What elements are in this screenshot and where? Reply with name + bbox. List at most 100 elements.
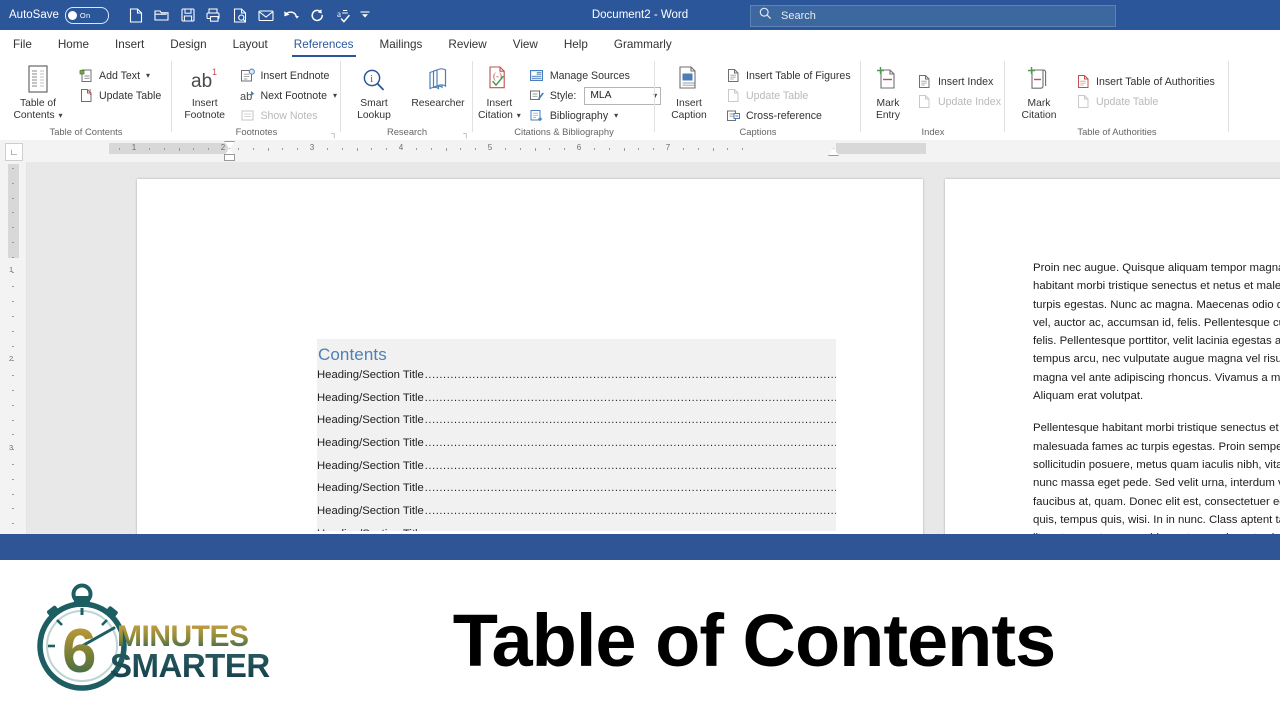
- ruler-tick: [727, 148, 729, 150]
- cross-reference-button[interactable]: Cross-reference: [721, 106, 855, 125]
- vruler-tick: [12, 256, 14, 258]
- insert-caption-button[interactable]: Insert Caption: [661, 63, 717, 122]
- insert-citation-button[interactable]: (-) Insert Citation ▾: [478, 63, 521, 122]
- document-body-text[interactable]: Proin nec augue. Quisque aliquam tempor …: [1033, 259, 1280, 534]
- smart-lookup-button[interactable]: i Smart Lookup: [343, 63, 405, 122]
- update-table-icon: [725, 88, 741, 104]
- tab-mailings[interactable]: Mailings: [367, 38, 436, 57]
- vruler-tick: [12, 316, 14, 317]
- tab-view[interactable]: View: [500, 38, 551, 57]
- ruler-tick: [608, 148, 610, 150]
- citation-style-control[interactable]: Style: MLA ▾: [525, 86, 666, 105]
- toc-entry[interactable]: Heading/Section Title...................…: [317, 528, 836, 531]
- banner-accent-bar: [0, 534, 1280, 560]
- toc-entry[interactable]: Heading/Section Title...................…: [317, 482, 836, 505]
- citation-style-label: Style:: [549, 89, 577, 102]
- vruler-tick: [12, 242, 14, 243]
- tab-layout[interactable]: Layout: [220, 38, 281, 57]
- table-of-contents-button[interactable]: Table of Contents ▾: [8, 63, 68, 122]
- footnotes-dialog-launcher[interactable]: ┐: [331, 129, 337, 138]
- toc-entry[interactable]: Heading/Section Title...................…: [317, 505, 836, 528]
- update-table-figures-button[interactable]: Update Table: [721, 86, 855, 105]
- autosave-toggle[interactable]: On: [64, 6, 109, 24]
- update-table-button[interactable]: ! Update Table: [74, 86, 165, 105]
- update-index-button[interactable]: Update Index: [913, 92, 1005, 111]
- print-preview-icon[interactable]: [227, 3, 253, 27]
- toc-entry[interactable]: Heading/Section Title...................…: [317, 392, 836, 415]
- document-page-2[interactable]: Proin nec augue. Quisque aliquam tempor …: [945, 179, 1280, 534]
- insert-table-of-authorities-button[interactable]: Insert Table of Authorities: [1071, 72, 1219, 91]
- ruler-tick: [504, 148, 506, 150]
- spelling-check-icon[interactable]: a: [331, 3, 357, 27]
- ruler-number: 2: [220, 143, 226, 152]
- show-notes-icon: [239, 108, 255, 124]
- left-indent-marker[interactable]: [224, 154, 235, 161]
- toc-entry[interactable]: Heading/Section Title...................…: [317, 460, 836, 483]
- cross-reference-label: Cross-reference: [746, 109, 822, 122]
- insert-footnote-line1: Insert: [191, 98, 218, 109]
- toc-entry[interactable]: Heading/Section Title...................…: [317, 414, 836, 437]
- tab-references[interactable]: References: [281, 38, 367, 57]
- open-folder-icon[interactable]: [149, 3, 175, 27]
- tab-grammarly[interactable]: Grammarly: [601, 38, 685, 57]
- tab-insert[interactable]: Insert: [102, 38, 157, 57]
- toc-clip: Contents Heading/Section Title..........…: [227, 259, 836, 531]
- insert-index-button[interactable]: Insert Index: [913, 72, 1005, 91]
- undo-icon[interactable]: [279, 3, 305, 27]
- bibliography-icon: [529, 108, 545, 124]
- tab-review[interactable]: Review: [435, 38, 499, 57]
- show-notes-button[interactable]: Show Notes: [235, 106, 341, 125]
- email-icon[interactable]: [253, 3, 279, 27]
- vruler-tick: [12, 434, 14, 436]
- mark-citation-button[interactable]: Mark Citation: [1011, 63, 1067, 122]
- next-footnote-button[interactable]: ab Next Footnote ▾: [235, 86, 341, 105]
- horizontal-ruler[interactable]: 1 2 3 4 5 6 7: [26, 140, 1280, 162]
- svg-text:!: !: [89, 88, 91, 97]
- left-tab-icon[interactable]: ∟: [5, 143, 23, 161]
- chevron-down-icon: ▾: [332, 91, 337, 100]
- citation-style-select[interactable]: MLA ▾: [584, 86, 662, 105]
- customize-qat-icon[interactable]: [357, 3, 374, 27]
- search-box[interactable]: Search: [750, 5, 1116, 27]
- mark-entry-button[interactable]: Mark Entry: [867, 63, 909, 122]
- horizontal-ruler-row: ∟ 1 2 3 4 5 6 7: [0, 140, 1280, 163]
- manage-sources-button[interactable]: Manage Sources: [525, 66, 666, 85]
- bibliography-button[interactable]: Bibliography ▾: [525, 106, 666, 125]
- ribbon-group-index: Mark Entry Insert Index Update Index Ind…: [861, 57, 1005, 140]
- update-table-icon: !: [78, 88, 94, 104]
- table-of-contents-field[interactable]: Contents Heading/Section Title..........…: [317, 339, 836, 531]
- tab-home[interactable]: Home: [45, 38, 102, 57]
- tab-file[interactable]: File: [0, 38, 45, 57]
- toc-entry[interactable]: Heading/Section Title...................…: [317, 437, 836, 460]
- research-dialog-launcher[interactable]: ┐: [463, 129, 469, 138]
- update-table-authorities-button[interactable]: Update Table: [1071, 92, 1219, 111]
- tab-design[interactable]: Design: [157, 38, 219, 57]
- vruler-tick: [12, 375, 14, 377]
- vruler-tick: [12, 493, 14, 495]
- ruler-number: 7: [665, 143, 671, 152]
- researcher-button[interactable]: Researcher: [405, 63, 471, 110]
- ribbon-group-table-of-authorities: Mark Citation Insert Table of Authoritie…: [1005, 57, 1229, 140]
- ribbon-group-table-of-contents: Table of Contents ▾ Add Text ▾ ! Update …: [0, 57, 172, 140]
- document-page-1[interactable]: Contents Heading/Section Title..........…: [137, 179, 923, 534]
- redo-icon[interactable]: [305, 3, 331, 27]
- ruler-tick: [193, 148, 195, 150]
- new-document-icon[interactable]: [123, 3, 149, 27]
- insert-endnote-button[interactable]: Insert Endnote: [235, 66, 341, 85]
- vertical-ruler[interactable]: 1 2 3: [0, 162, 27, 534]
- insert-footnote-button[interactable]: ab 1 Insert Footnote: [178, 63, 231, 122]
- group-divider: [1228, 61, 1229, 132]
- search-placeholder: Search: [781, 10, 816, 22]
- tab-help[interactable]: Help: [551, 38, 601, 57]
- save-icon[interactable]: [175, 3, 201, 27]
- add-text-button[interactable]: Add Text ▾: [74, 66, 165, 85]
- ruler-tick: [237, 148, 239, 150]
- update-table-label: Update Table: [99, 89, 162, 102]
- toc-entry[interactable]: Heading/Section Title...................…: [317, 369, 836, 392]
- autosave-state-label: On: [79, 10, 91, 20]
- insert-table-of-figures-button[interactable]: Insert Table of Figures: [721, 66, 855, 85]
- autosave-control[interactable]: AutoSave On: [9, 6, 109, 24]
- body-paragraph-2: Pellentesque habitant morbi tristique se…: [1033, 422, 1280, 534]
- vruler-tick: [12, 286, 14, 288]
- print-icon[interactable]: [201, 3, 227, 27]
